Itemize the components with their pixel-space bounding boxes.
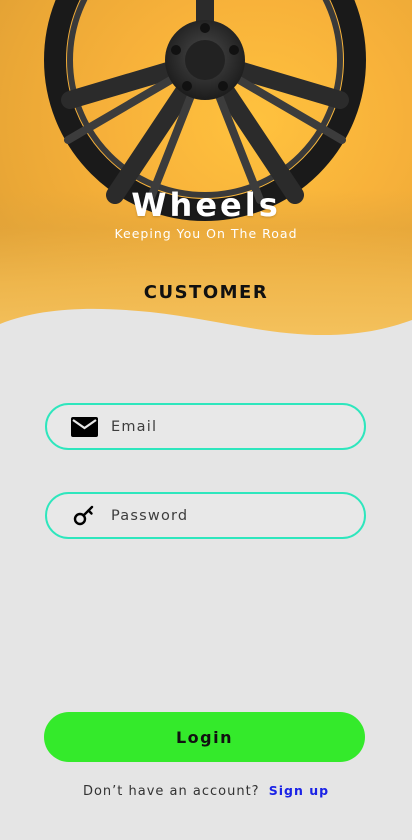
password-field[interactable] [45, 492, 366, 539]
brand-title: Wheels [131, 186, 281, 224]
key-icon [69, 504, 99, 528]
brand-tagline: Keeping You On The Road [114, 226, 298, 241]
login-button[interactable]: Login [44, 712, 365, 762]
login-screen: Wheels Keeping You On The Road CUSTOMER … [0, 0, 412, 840]
email-field[interactable] [45, 403, 366, 450]
signup-row: Don’t have an account? Sign up [0, 783, 412, 799]
mail-icon [69, 415, 99, 439]
wave-divider [0, 308, 412, 360]
password-input[interactable] [111, 494, 364, 537]
hero-banner: Wheels Keeping You On The Road CUSTOMER [0, 0, 412, 345]
signup-link[interactable]: Sign up [269, 783, 329, 798]
email-input[interactable] [111, 405, 364, 448]
signup-prompt: Don’t have an account? [82, 784, 260, 799]
